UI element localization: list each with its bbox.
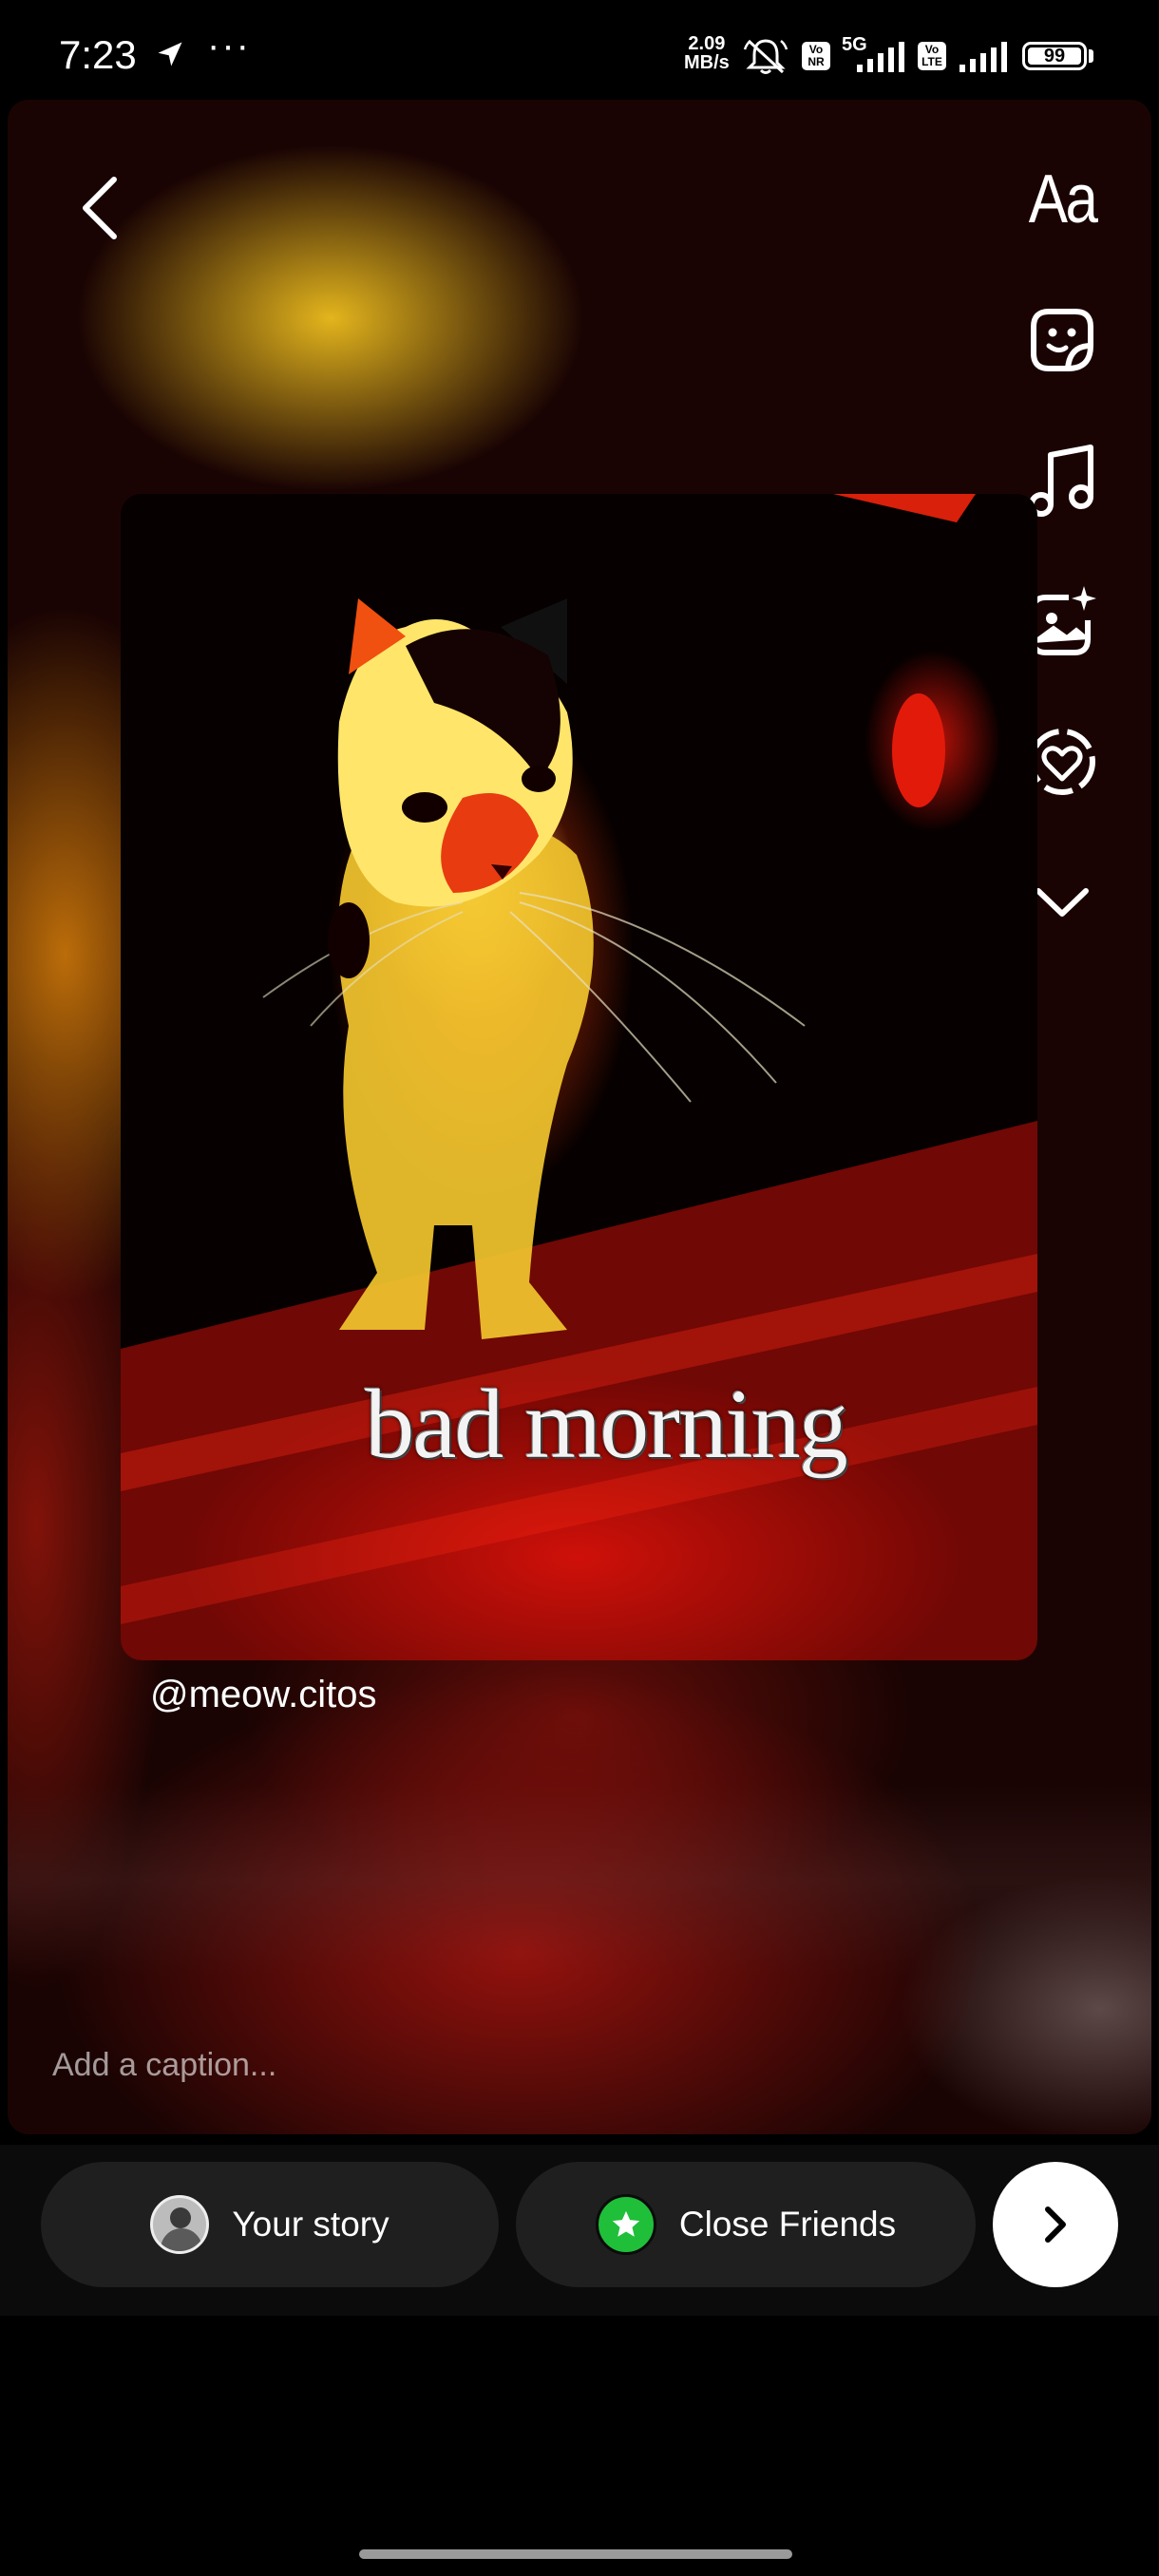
- location-arrow-icon: [156, 40, 184, 73]
- sticker-button[interactable]: [1015, 293, 1110, 388]
- network-speed-value: 2.09: [688, 33, 726, 54]
- blurred-background-band: [8, 1786, 1151, 1976]
- more-notifications-icon: ···: [207, 25, 251, 66]
- status-bar: 7:23 ··· 2.09 MB/s Vo NR 5G Vo LTE 99: [0, 0, 1159, 104]
- chevron-right-icon: [1045, 2207, 1066, 2243]
- story-canvas[interactable]: Aa bad morning @meow.citos Add a caption…: [8, 100, 1151, 2134]
- next-button[interactable]: [993, 2162, 1118, 2287]
- close-friends-label: Close Friends: [678, 2205, 897, 2244]
- mention-tag[interactable]: @meow.citos: [150, 1674, 376, 1716]
- avatar-head: [170, 2207, 192, 2228]
- volte-nr-badge: Vo NR: [802, 42, 830, 70]
- chevron-down-icon: [1036, 888, 1089, 917]
- sticker-icon: [1031, 309, 1093, 371]
- status-time: 7:23: [59, 32, 137, 77]
- shared-post-card[interactable]: bad morning: [121, 494, 1037, 1660]
- post-overlay-text: bad morning: [365, 1370, 848, 1479]
- avatar-body: [161, 2228, 203, 2251]
- avatar: [150, 2195, 210, 2254]
- your-story-label: Your story: [232, 2205, 390, 2244]
- battery-tip: [1089, 49, 1093, 63]
- close-friends-button[interactable]: Close Friends: [516, 2162, 976, 2287]
- network-speed-unit: MB/s: [684, 52, 730, 73]
- share-bar: Your story Close Friends: [0, 2145, 1159, 2316]
- your-story-button[interactable]: Your story: [41, 2162, 499, 2287]
- signal-strength-icon-2: [958, 42, 1007, 77]
- caption-input[interactable]: Add a caption...: [52, 2047, 276, 2084]
- volte-lte-badge: Vo LTE: [918, 42, 946, 70]
- back-button[interactable]: [72, 174, 129, 242]
- cat-photo: [121, 494, 1037, 1660]
- battery-level: 99: [1028, 47, 1081, 66]
- signal-strength-icon: [851, 42, 908, 77]
- text-tool-button[interactable]: Aa: [1015, 152, 1110, 247]
- muted-bell-icon: [743, 36, 788, 81]
- home-indicator[interactable]: [359, 2549, 792, 2559]
- network-speed: 2.09 MB/s: [684, 34, 730, 72]
- star-icon: [595, 2194, 656, 2255]
- battery-icon: 99: [1022, 42, 1087, 70]
- text-tool-label: Aa: [1028, 161, 1098, 237]
- back-icon: [83, 177, 117, 239]
